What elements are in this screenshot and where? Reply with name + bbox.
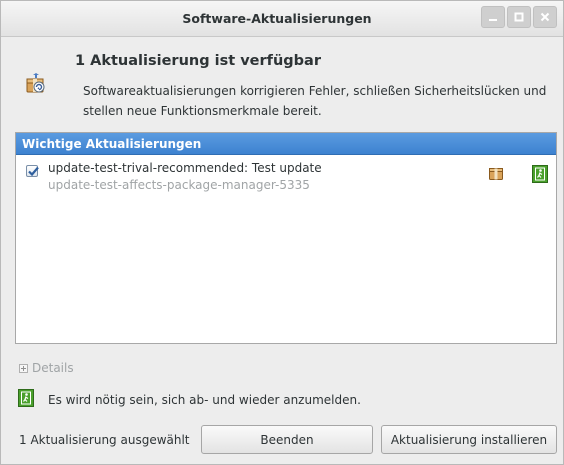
maximize-icon xyxy=(514,12,524,22)
package-update-icon xyxy=(26,73,45,93)
minimize-icon xyxy=(489,19,497,21)
update-package: update-test-affects-package-manager-5335 xyxy=(48,178,310,192)
logout-required-icon xyxy=(532,165,548,183)
package-icon xyxy=(489,168,503,180)
update-list[interactable]: Wichtige Aktualisierungen update-test-tr… xyxy=(15,132,557,344)
description: Softwareaktualisierungen korrigieren Feh… xyxy=(83,84,547,118)
update-title: update-test-trival-recommended: Test upd… xyxy=(48,161,322,175)
logout-notice: Es wird nötig sein, sich ab- und wieder … xyxy=(48,393,361,407)
list-item[interactable]: update-test-trival-recommended: Test upd… xyxy=(16,155,556,195)
details-label: Details xyxy=(32,361,74,375)
window-title: Software-Aktualisierungen xyxy=(182,11,372,26)
update-checkbox[interactable] xyxy=(26,165,39,177)
maximize-button[interactable] xyxy=(507,6,531,28)
install-update-button[interactable]: Aktualisierung installieren xyxy=(381,425,557,454)
minimize-button[interactable] xyxy=(481,6,505,28)
details-expander[interactable]: Details xyxy=(19,361,74,375)
selection-status: 1 Aktualisierung ausgewählt xyxy=(19,433,190,447)
expand-icon xyxy=(19,363,28,373)
list-section-header[interactable]: Wichtige Aktualisierungen xyxy=(16,133,556,155)
window-controls xyxy=(481,6,557,28)
close-icon xyxy=(540,12,550,22)
logout-required-icon xyxy=(18,389,34,407)
update-window: Software-Aktualisierungen 1 Aktualisieru… xyxy=(0,0,564,465)
close-button[interactable] xyxy=(533,6,557,28)
checkmark-icon xyxy=(28,166,39,177)
title-bar[interactable]: Software-Aktualisierungen xyxy=(1,1,563,37)
close-app-button[interactable]: Beenden xyxy=(201,425,373,454)
headline: 1 Aktualisierung ist verfügbar xyxy=(75,53,321,69)
